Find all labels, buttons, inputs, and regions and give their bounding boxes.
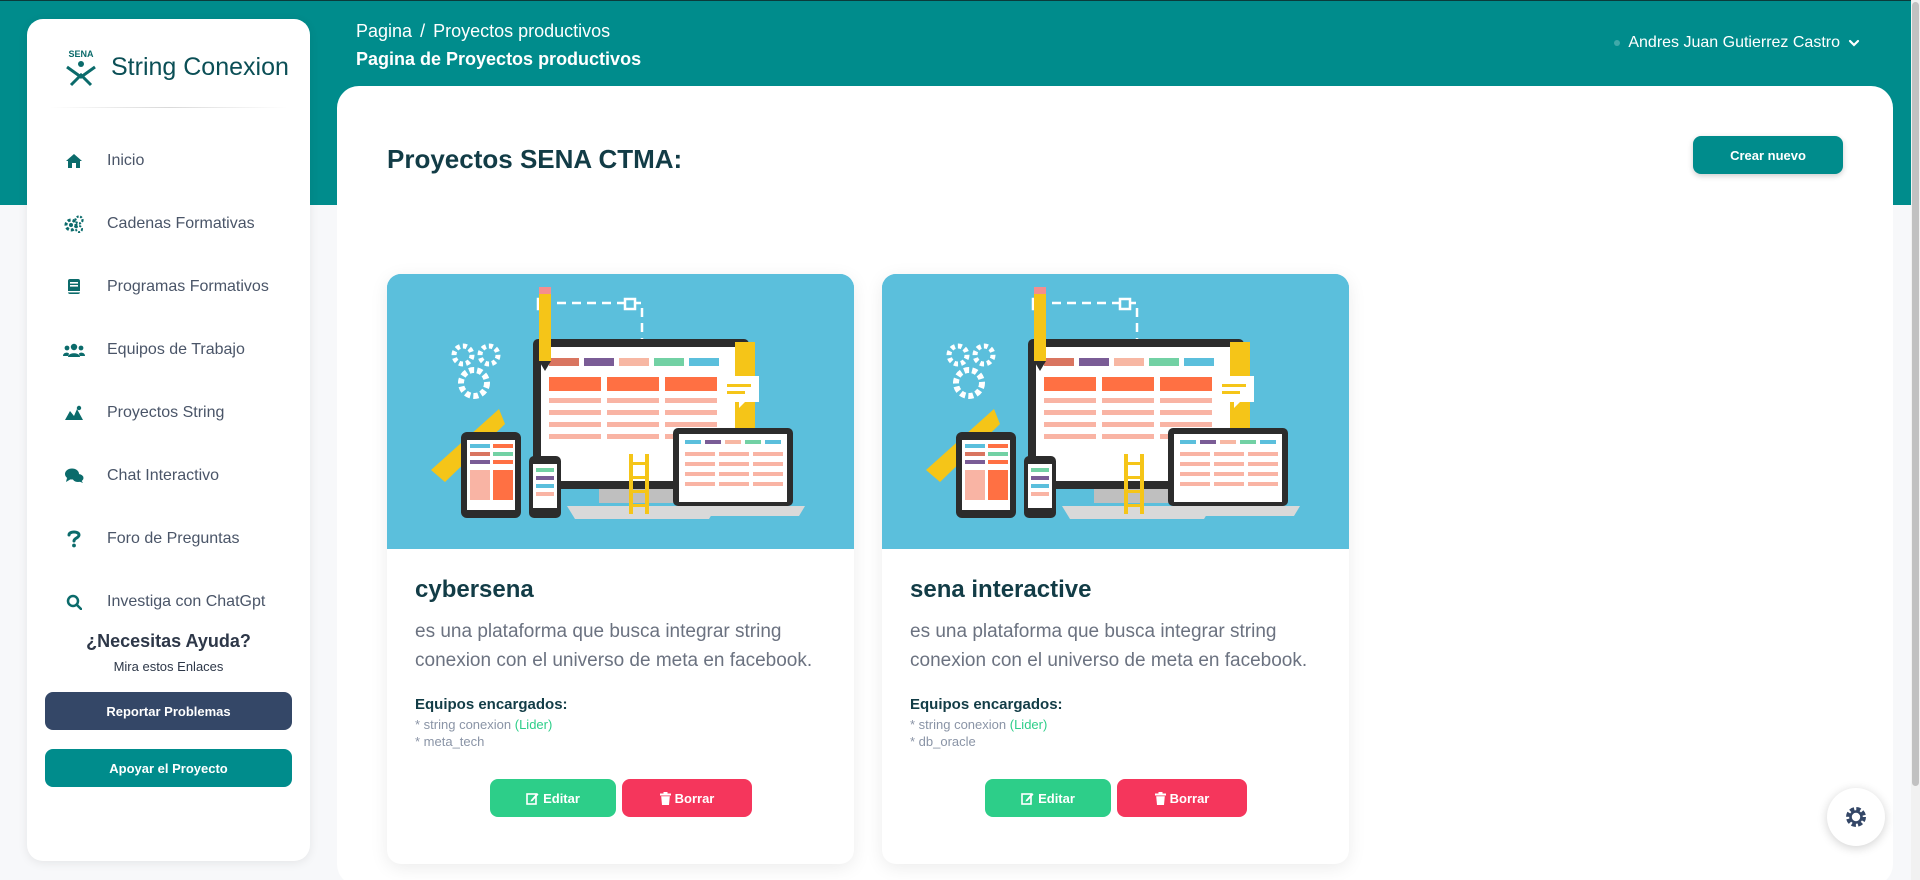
sidebar-item-proyectos-string[interactable]: Proyectos String: [27, 381, 310, 444]
team-name: * meta_tech: [415, 734, 485, 749]
settings-button[interactable]: [1827, 788, 1885, 846]
leader-badge: (Lider): [1009, 717, 1048, 732]
edit-button-label: Editar: [543, 790, 580, 806]
project-card: sena interactive es una plataforma que b…: [882, 274, 1349, 864]
sidebar-item-programas-formativos[interactable]: Programas Formativos: [27, 255, 310, 318]
sidebar: SENA String Conexion Inicio Cadenas Form…: [27, 19, 310, 861]
edit-icon: [1021, 792, 1034, 805]
sidebar-item-label: Foro de Preguntas: [107, 529, 240, 547]
brand-divider: [49, 107, 288, 108]
user-menu[interactable]: Andres Juan Gutierrez Castro: [1614, 34, 1860, 52]
team-item: * string conexion (Lider): [910, 717, 1047, 732]
sidebar-item-chat-interactivo[interactable]: Chat Interactivo: [27, 444, 310, 507]
question-icon: [63, 528, 85, 550]
edit-button[interactable]: Editar: [985, 779, 1111, 817]
sidebar-item-label: Proyectos String: [107, 403, 225, 421]
brand-title: String Conexion: [111, 52, 289, 81]
sidebar-item-label: Programas Formativos: [107, 277, 269, 295]
breadcrumb-separator: /: [420, 21, 426, 41]
svg-text:SENA: SENA: [68, 49, 94, 59]
edit-icon: [526, 792, 539, 805]
book-icon: [63, 276, 85, 298]
breadcrumb-current: Proyectos productivos: [433, 21, 611, 41]
sidebar-item-equipos-de-trabajo[interactable]: Equipos de Trabajo: [27, 318, 310, 381]
create-new-button[interactable]: Crear nuevo: [1693, 136, 1843, 174]
scrollbar-thumb[interactable]: [1912, 2, 1919, 786]
edit-button[interactable]: Editar: [490, 779, 616, 817]
leader-badge: (Lider): [514, 717, 553, 732]
search-icon: [63, 591, 85, 613]
page-title: Pagina de Proyectos productivos: [356, 49, 642, 69]
trash-icon: [1154, 791, 1166, 805]
sena-logo-icon: SENA: [66, 49, 96, 87]
sidebar-item-label: Inicio: [107, 151, 145, 169]
user-status-dot: [1614, 40, 1621, 46]
delete-button-label: Borrar: [1169, 790, 1210, 806]
brand[interactable]: SENA String Conexion: [61, 47, 289, 87]
sidebar-nav: Inicio Cadenas Formativas Programas Form…: [27, 129, 310, 619]
breadcrumb: Pagina / Proyectos productivos: [356, 21, 610, 42]
help-title: ¿Necesitas Ayuda?: [86, 631, 251, 651]
support-project-button[interactable]: Apoyar el Proyecto: [45, 749, 292, 787]
team-item: * db_oracle: [910, 734, 976, 749]
gears-icon: [63, 213, 85, 235]
project-title: cybersena: [415, 576, 534, 603]
sidebar-item-cadenas-formativas[interactable]: Cadenas Formativas: [27, 192, 310, 255]
project-title: sena interactive: [910, 576, 1092, 603]
team-name: * db_oracle: [910, 734, 976, 749]
project-card: cybersena es una plataforma que busca in…: [387, 274, 854, 864]
delete-button[interactable]: Borrar: [1117, 779, 1247, 817]
delete-button[interactable]: Borrar: [622, 779, 752, 817]
comments-icon: [63, 465, 85, 487]
sidebar-item-inicio[interactable]: Inicio: [27, 129, 310, 192]
sidebar-item-label: Cadenas Formativas: [107, 214, 255, 232]
edit-button-label: Editar: [1038, 790, 1075, 806]
page-scrollbar[interactable]: [1911, 0, 1920, 880]
project-description: es una plataforma que busca integrar str…: [415, 621, 813, 671]
sidebar-item-foro-de-preguntas[interactable]: Foro de Preguntas: [27, 507, 310, 570]
project-illustration: [387, 274, 854, 549]
home-icon: [63, 150, 85, 172]
sidebar-item-label: Chat Interactivo: [107, 466, 220, 484]
main-panel: Proyectos SENA CTMA: Crear nuevo cyberse…: [337, 86, 1893, 880]
projects-heading: Proyectos SENA CTMA:: [387, 144, 683, 174]
project-description: es una plataforma que busca integrar str…: [910, 621, 1308, 671]
sidebar-item-label: Equipos de Trabajo: [107, 340, 245, 358]
team-name: * string conexion: [910, 717, 1007, 732]
sidebar-item-investiga-con-chatgpt[interactable]: Investiga con ChatGpt: [27, 570, 310, 619]
team-item: * meta_tech: [415, 734, 484, 749]
help-subtitle: Mira estos Enlaces: [113, 659, 224, 674]
teams-label: Equipos encargados:: [415, 696, 568, 713]
breadcrumb-root[interactable]: Pagina: [356, 21, 412, 41]
delete-button-label: Borrar: [674, 790, 715, 806]
project-icon: [63, 402, 85, 424]
user-name: Andres Juan Gutierrez Castro: [1628, 34, 1840, 51]
sidebar-item-label: Investiga con ChatGpt: [107, 592, 266, 610]
chevron-down-icon: [1848, 39, 1860, 47]
report-problems-button[interactable]: Reportar Problemas: [45, 692, 292, 730]
project-illustration: [882, 274, 1349, 549]
users-icon: [63, 339, 85, 361]
team-item: * string conexion (Lider): [415, 717, 552, 732]
team-name: * string conexion: [415, 717, 512, 732]
teams-label: Equipos encargados:: [910, 696, 1063, 713]
trash-icon: [659, 791, 671, 805]
gear-icon: [1846, 807, 1866, 827]
